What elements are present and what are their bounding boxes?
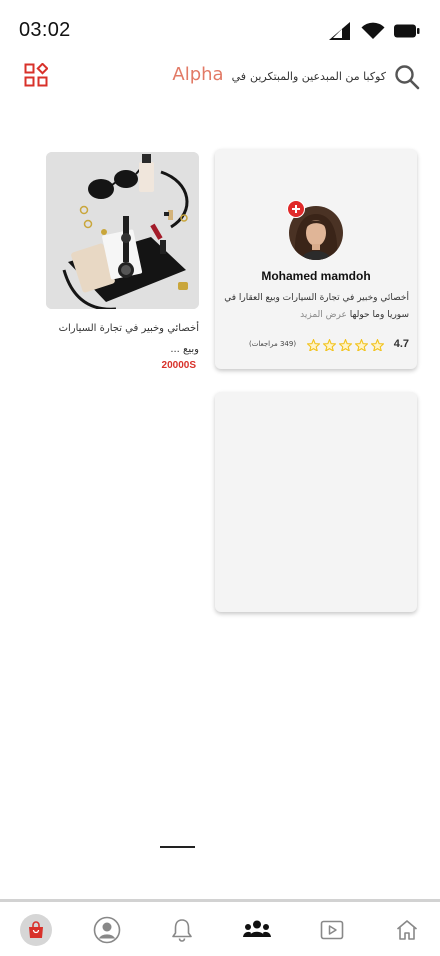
cellular-signal-icon [329, 22, 350, 40]
star-icon [339, 339, 352, 351]
title-text-after: كوكبا من المبدعين والمبتكرين [250, 70, 386, 83]
product-title[interactable]: أخصائي وخبير في تجارة السيارات وبيع ... [46, 318, 199, 360]
bottom-navigation [0, 899, 440, 956]
placeholder-card[interactable] [215, 392, 417, 612]
show-more-link[interactable]: عرض المزيد [300, 310, 347, 320]
nav-profile[interactable] [91, 914, 123, 946]
search-icon[interactable] [394, 64, 420, 90]
star-icon [371, 339, 384, 351]
nav-community[interactable] [241, 914, 273, 946]
status-bar: 03:02 [0, 0, 440, 60]
profile-description: أخصائي وخبير في تجارة السيارات وبيع العق… [219, 290, 409, 324]
play-video-icon [320, 920, 344, 940]
status-time: 03:02 [19, 19, 71, 41]
profile-card[interactable]: Mohamed mamdoh أخصائي وخبير في تجارة الس… [215, 149, 417, 369]
bell-icon [172, 919, 192, 942]
star-icon [323, 339, 336, 351]
grid-menu-icon[interactable] [24, 63, 48, 87]
home-icon [396, 920, 418, 940]
star-rating [307, 339, 384, 351]
page-title: كوكبا من المبدعين والمبتكرين في Alpha [168, 64, 386, 85]
divider-line [160, 846, 195, 848]
title-text-before: في [231, 70, 246, 83]
nav-videos[interactable] [316, 914, 348, 946]
profile-icon [93, 916, 121, 944]
add-follow-icon[interactable] [287, 200, 305, 218]
rating-value: 4.7 [393, 338, 409, 350]
review-count: (349 مراجعات) [249, 340, 297, 348]
shopping-bag-icon [29, 921, 43, 938]
product-image[interactable] [46, 152, 199, 309]
brand-name: Alpha [172, 64, 224, 85]
nav-home[interactable] [391, 914, 423, 946]
wifi-icon [361, 22, 385, 39]
profile-name: Mohamed mamdoh [261, 269, 371, 283]
rating-row: (349 مراجعات) 4.7 [215, 337, 417, 353]
product-price: 20000S [161, 360, 196, 371]
star-icon [355, 339, 368, 351]
nav-shop[interactable] [20, 914, 52, 946]
star-icon [307, 339, 320, 351]
status-icons [328, 21, 420, 41]
app-header: كوكبا من المبدعين والمبتكرين في Alpha [0, 58, 440, 98]
product-photo [46, 152, 199, 309]
people-icon [243, 920, 271, 937]
nav-notifications[interactable] [166, 914, 198, 946]
battery-icon [394, 24, 420, 38]
